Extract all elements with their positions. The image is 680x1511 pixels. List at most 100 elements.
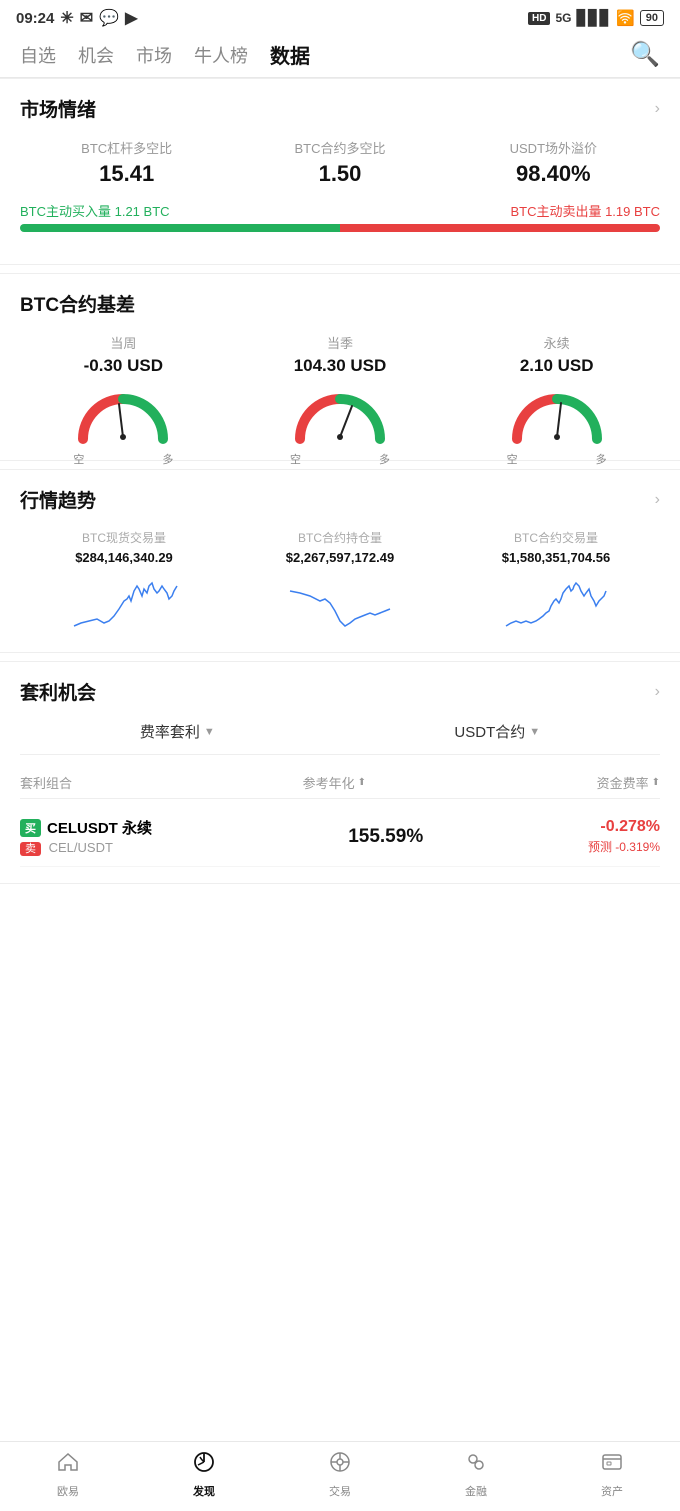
sentiment-row: BTC杠杆多空比 15.41 BTC合约多空比 1.50 USDT场外溢价 98… <box>20 138 660 187</box>
gauge-labels-0: 空 多 <box>73 451 173 467</box>
sentiment-item-1: BTC合约多空比 1.50 <box>233 138 446 187</box>
trend-title: 行情趋势 <box>20 486 96 513</box>
arb-annualized-0: 155.59% <box>294 826 477 848</box>
nav-bar: 自选 机会 市场 牛人榜 数据 🔍 <box>0 32 680 78</box>
sort-icon-rate: ⬆ <box>652 777 660 788</box>
sparkline-2 <box>452 571 660 631</box>
arb-pair-top-0: 买 CELUSDT 永续 <box>20 817 294 838</box>
arb-rate-main-0: -0.278% <box>477 818 660 836</box>
trend-label-2: BTC合约交易量 <box>452 529 660 546</box>
trend-value-0: $284,146,340.29 <box>20 550 228 565</box>
sentiment-item-2: USDT场外溢价 98.40% <box>447 138 660 187</box>
status-bar: 09:24 ✳ ✉ 💬 ▶ HD 5G ▊▊▊ 🛜 90 <box>0 0 680 32</box>
trend-label-0: BTC现货交易量 <box>20 529 228 546</box>
trend-row: BTC现货交易量 $284,146,340.29 BTC合约持仓量 $2,267… <box>20 529 660 636</box>
gauge-labels-2: 空 多 <box>507 451 607 467</box>
bottom-nav: 欧易 发现 交易 <box>0 1441 680 1511</box>
arb-col-annualized[interactable]: 参考年化 ⬆ <box>303 773 366 792</box>
sell-label: BTC主动卖出量 1.19 BTC <box>510 201 660 220</box>
arb-filter-2[interactable]: USDT合约 ▼ <box>454 721 540 742</box>
nav-tabs: 自选 机会 市场 牛人榜 数据 <box>20 40 310 69</box>
status-right-icons: HD 5G ▊▊▊ 🛜 90 <box>528 9 664 27</box>
basis-title: BTC合约基差 <box>20 290 135 317</box>
bottom-nav-ouyi[interactable]: 欧易 <box>0 1450 136 1499</box>
dropdown-arrow-1: ▼ <box>204 726 215 738</box>
sentiment-label-1: BTC合约多空比 <box>233 138 446 157</box>
nav-tab-shichang[interactable]: 市场 <box>136 42 172 68</box>
trend-item-2: BTC合约交易量 $1,580,351,704.56 <box>452 529 660 636</box>
nav-tab-niurenbang[interactable]: 牛人榜 <box>194 42 248 68</box>
sort-icon-annualized: ⬆ <box>358 777 366 788</box>
gauge-labels-1: 空 多 <box>290 451 390 467</box>
market-trend-section: 行情趋势 › BTC现货交易量 $284,146,340.29 BTC合约持仓量… <box>0 469 680 653</box>
bottom-nav-faxian[interactable]: 发现 <box>136 1450 272 1499</box>
basis-value-0: -0.30 USD <box>20 356 227 376</box>
basis-label-0: 当周 <box>20 333 227 352</box>
basis-value-1: 104.30 USD <box>237 356 444 376</box>
sell-tag-0: 卖 <box>20 842 41 856</box>
arbitrage-section: 套利机会 › 费率套利 ▼ USDT合约 ▼ 套利组合 参考年化 ⬆ 资金费率 … <box>0 661 680 884</box>
search-button[interactable]: 🔍 <box>630 40 660 69</box>
bottom-nav-label-jiaoyi: 交易 <box>329 1483 351 1499</box>
arb-table-header: 套利组合 参考年化 ⬆ 资金费率 ⬆ <box>20 767 660 799</box>
bottom-nav-label-ouyi: 欧易 <box>57 1483 79 1499</box>
arb-filter-1[interactable]: 费率套利 ▼ <box>140 721 215 742</box>
gauge-2: 空 多 <box>507 384 607 444</box>
nav-tab-jihui[interactable]: 机会 <box>78 42 114 68</box>
bottom-nav-label-jinrong: 金融 <box>465 1483 487 1499</box>
arb-header[interactable]: 套利机会 › <box>20 678 660 705</box>
gauge-0: 空 多 <box>73 384 173 444</box>
bottom-nav-label-zichan: 资产 <box>601 1483 623 1499</box>
btc-basis-section: BTC合约基差 当周 -0.30 USD 空 多 <box>0 273 680 461</box>
basis-item-2: 永续 2.10 USD 空 多 <box>453 333 660 444</box>
basis-item-1: 当季 104.30 USD 空 多 <box>237 333 444 444</box>
basis-header: BTC合约基差 <box>20 290 660 317</box>
trend-label-1: BTC合约持仓量 <box>236 529 444 546</box>
arb-pair-bottom-0: 卖 CEL/USDT <box>20 840 294 856</box>
trend-value-1: $2,267,597,172.49 <box>236 550 444 565</box>
dropdown-arrow-2: ▼ <box>529 726 540 738</box>
sentiment-label-2: USDT场外溢价 <box>447 138 660 157</box>
trend-chevron: › <box>655 491 660 509</box>
nav-tab-zixuan[interactable]: 自选 <box>20 42 56 68</box>
market-sentiment-section: 市场情绪 › BTC杠杆多空比 15.41 BTC合约多空比 1.50 USDT… <box>0 78 680 265</box>
nav-tab-shuju[interactable]: 数据 <box>270 40 310 69</box>
basis-item-0: 当周 -0.30 USD 空 多 <box>20 333 227 444</box>
arb-filters: 费率套利 ▼ USDT合约 ▼ <box>20 721 660 755</box>
arb-col-rate[interactable]: 资金费率 ⬆ <box>597 773 660 792</box>
arb-rate-0: -0.278% 预测 -0.319% <box>477 818 660 855</box>
arb-pair-0: 买 CELUSDT 永续 卖 CEL/USDT <box>20 817 294 856</box>
home-icon <box>56 1450 80 1480</box>
sentiment-chevron: › <box>655 100 660 118</box>
bottom-nav-label-faxian: 发现 <box>193 1483 215 1499</box>
sentiment-label-0: BTC杠杆多空比 <box>20 138 233 157</box>
sparkline-1 <box>236 571 444 631</box>
status-time: 09:24 ✳ ✉ 💬 ▶ <box>16 8 137 28</box>
sentiment-item-0: BTC杠杆多空比 15.41 <box>20 138 233 187</box>
basis-label-1: 当季 <box>237 333 444 352</box>
basis-row: 当周 -0.30 USD 空 多 当季 <box>20 333 660 444</box>
trend-value-2: $1,580,351,704.56 <box>452 550 660 565</box>
sparkline-0 <box>20 571 228 631</box>
basis-value-2: 2.10 USD <box>453 356 660 376</box>
finance-icon <box>464 1450 488 1480</box>
gauge-1: 空 多 <box>290 384 390 444</box>
arb-chevron: › <box>655 683 660 701</box>
buy-sell-bar <box>20 224 660 232</box>
trend-header[interactable]: 行情趋势 › <box>20 486 660 513</box>
bottom-nav-zichan[interactable]: 资产 <box>544 1450 680 1499</box>
sentiment-value-1: 1.50 <box>233 161 446 187</box>
bottom-nav-jiaoyi[interactable]: 交易 <box>272 1450 408 1499</box>
arb-rate-predict-0: 预测 -0.319% <box>477 838 660 855</box>
trend-item-0: BTC现货交易量 $284,146,340.29 <box>20 529 228 636</box>
sentiment-title: 市场情绪 <box>20 95 96 122</box>
assets-icon <box>600 1450 624 1480</box>
bottom-nav-jinrong[interactable]: 金融 <box>408 1450 544 1499</box>
buy-label: BTC主动买入量 1.21 BTC <box>20 201 170 220</box>
sentiment-header[interactable]: 市场情绪 › <box>20 95 660 122</box>
arb-col-pair: 套利组合 <box>20 773 72 792</box>
arb-row-0[interactable]: 买 CELUSDT 永续 卖 CEL/USDT 155.59% -0.278% … <box>20 807 660 867</box>
discover-icon <box>192 1450 216 1480</box>
buy-tag-0: 买 <box>20 819 41 837</box>
trend-item-1: BTC合约持仓量 $2,267,597,172.49 <box>236 529 444 636</box>
